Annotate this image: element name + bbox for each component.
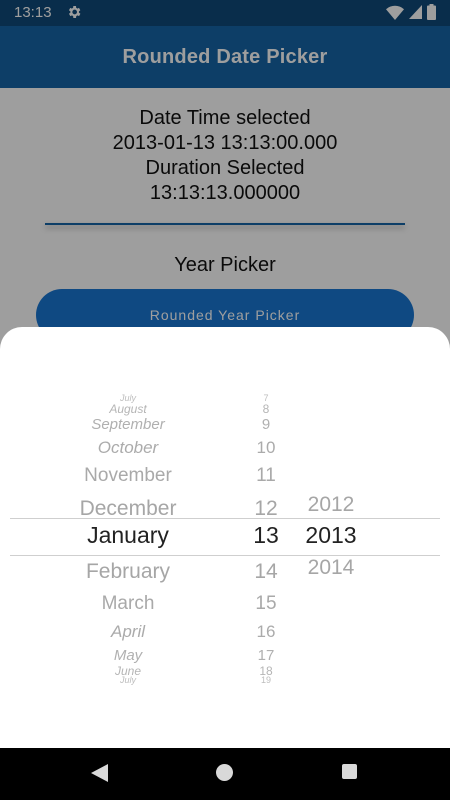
- year-option[interactable]: 2012: [296, 493, 366, 516]
- recents-icon[interactable]: [342, 764, 357, 779]
- navigation-bar: [0, 748, 450, 800]
- selected-year[interactable]: 2013: [296, 523, 366, 548]
- year-wheel[interactable]: 2012 2013 2014: [0, 327, 450, 748]
- year-option[interactable]: 2014: [296, 556, 366, 579]
- home-icon[interactable]: [216, 764, 233, 781]
- back-icon[interactable]: [91, 764, 108, 782]
- date-picker-sheet: July August September October November Decemb…: [0, 327, 450, 748]
